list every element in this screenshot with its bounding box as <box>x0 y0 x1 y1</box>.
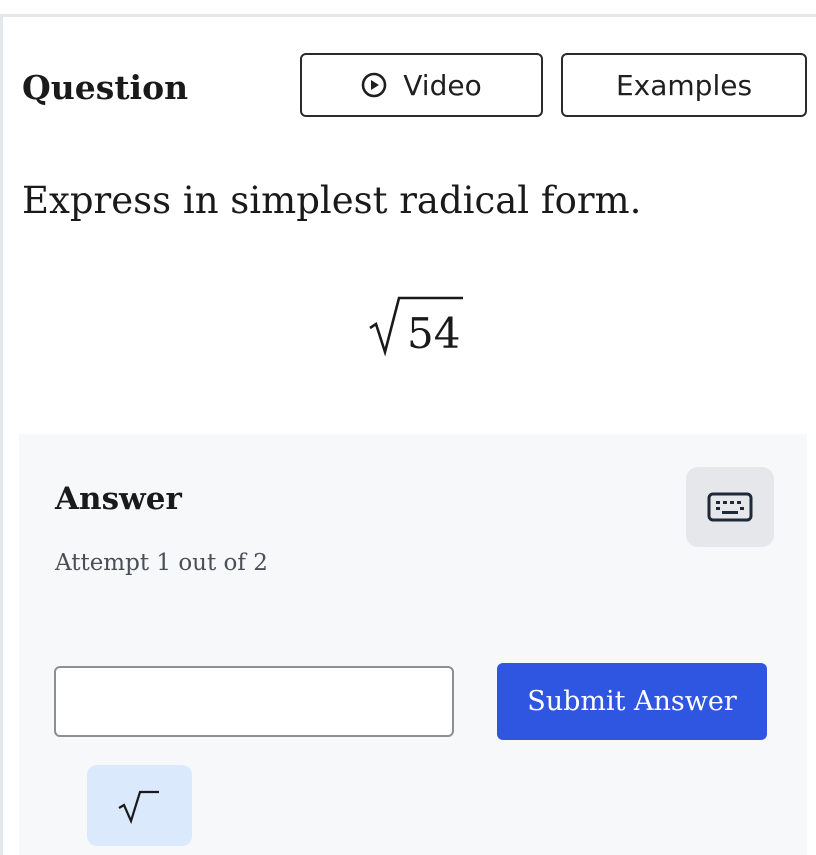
video-button[interactable]: Video <box>300 53 543 117</box>
radical-expression: 54 <box>369 296 463 358</box>
attempt-counter: Attempt 1 out of 2 <box>55 550 268 576</box>
answer-input[interactable] <box>54 666 454 737</box>
left-divider <box>0 14 3 855</box>
square-root-button[interactable] <box>87 765 192 846</box>
radicand-text: 54 <box>407 309 460 358</box>
top-divider <box>0 14 816 17</box>
keyboard-icon <box>707 492 753 522</box>
question-title: Question <box>22 68 189 107</box>
play-circle-icon <box>361 72 387 98</box>
examples-button[interactable]: Examples <box>561 53 807 117</box>
submit-answer-button[interactable]: Submit Answer <box>497 663 767 740</box>
answer-title: Answer <box>55 481 182 517</box>
examples-button-label: Examples <box>615 68 753 102</box>
square-root-icon <box>117 790 159 824</box>
question-prompt: Express in simplest radical form. <box>22 179 642 222</box>
video-button-label: Video <box>403 68 482 102</box>
keyboard-toggle-button[interactable] <box>686 467 774 547</box>
